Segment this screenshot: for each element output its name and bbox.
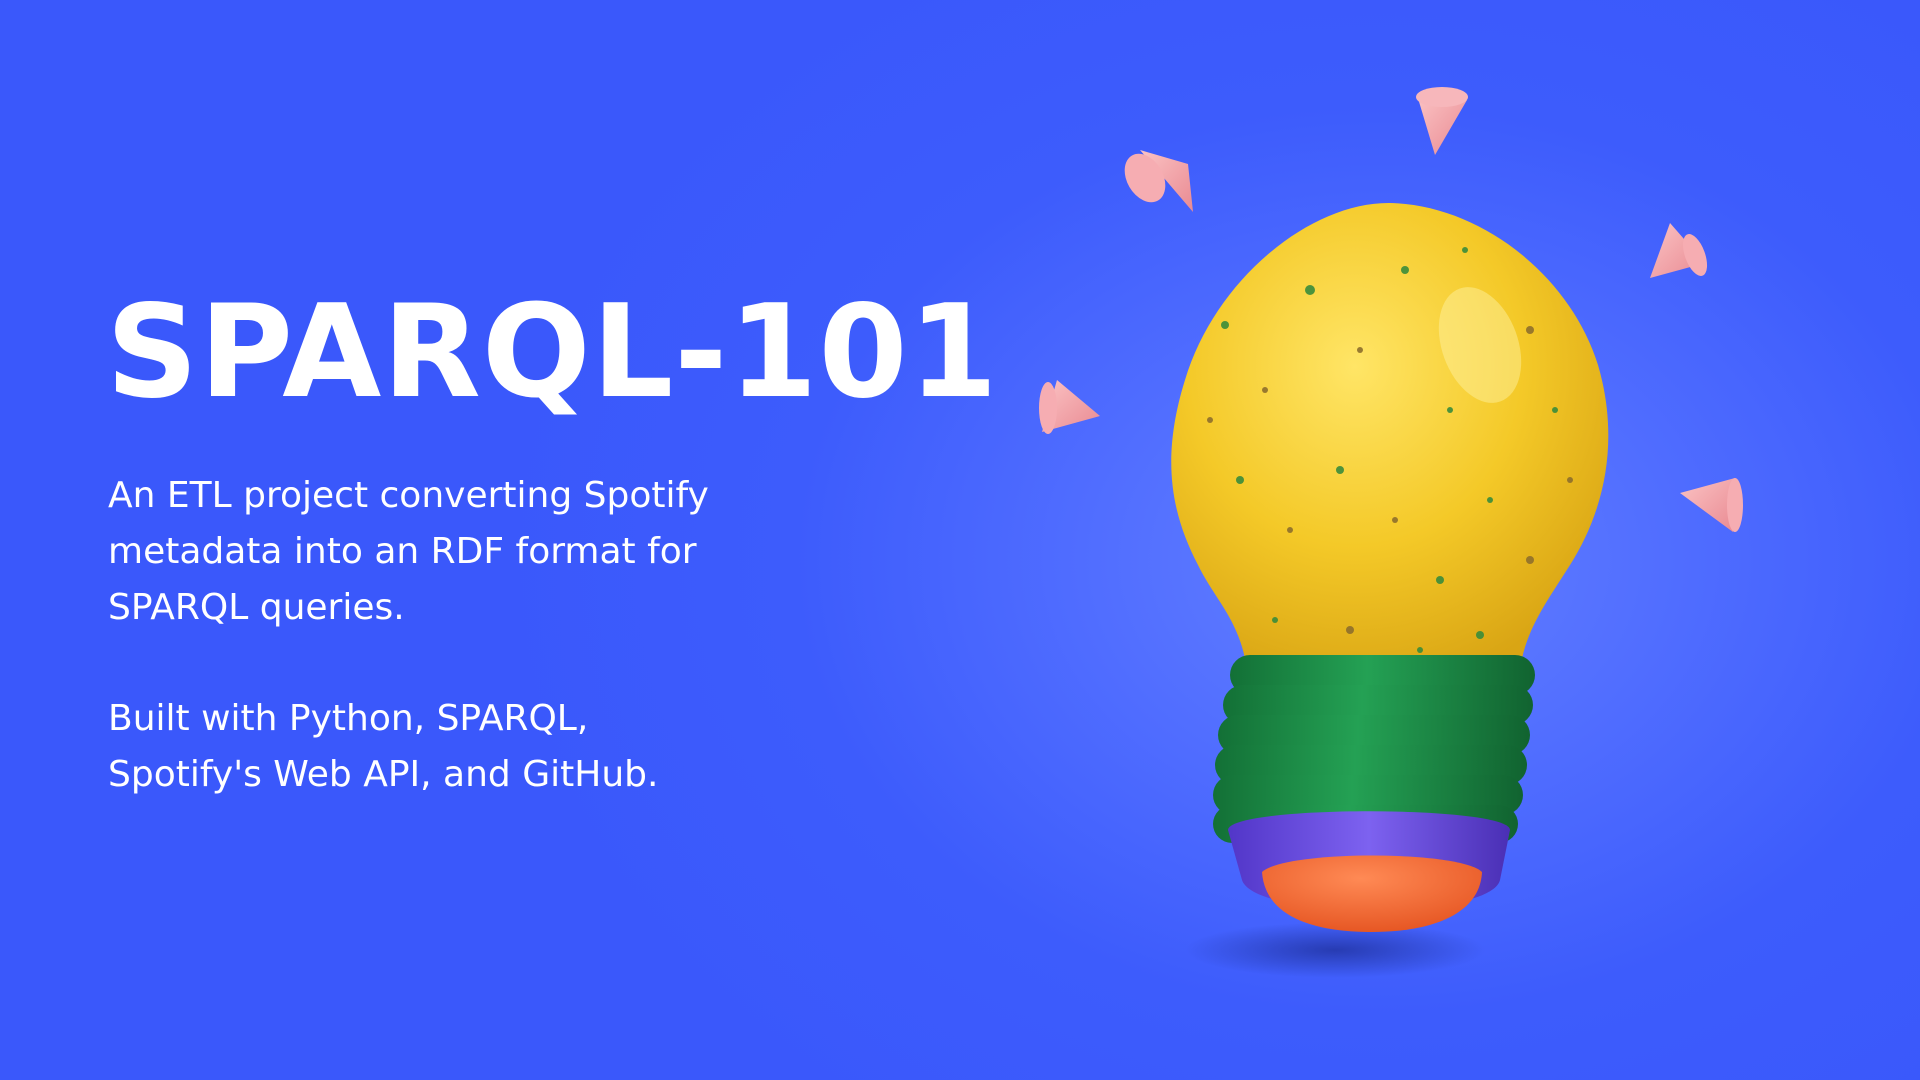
cone-icon (1650, 223, 1708, 278)
lightbulb-icon (1039, 87, 1743, 978)
bulb-shadow (1185, 922, 1485, 978)
cone-icon (1680, 478, 1743, 532)
built-with-text: Built with Python, SPARQL, Spotify's Web… (108, 691, 828, 803)
bulb-tip (1262, 855, 1482, 932)
built-with-line: Spotify's Web API, and GitHub. (108, 754, 659, 795)
description-line: metadata into an RDF format for (108, 531, 697, 572)
page-title: SPARQL-101 (106, 278, 999, 427)
cone-icon (1416, 87, 1468, 155)
built-with-line: Built with Python, SPARQL, (108, 698, 589, 739)
project-description: An ETL project converting Spotify metada… (108, 468, 828, 636)
description-line: An ETL project converting Spotify (108, 475, 709, 516)
cone-icon (1039, 380, 1100, 434)
cone-icon (1124, 150, 1193, 212)
bulb-glass (1171, 202, 1609, 671)
description-line: SPARQL queries. (108, 587, 405, 628)
